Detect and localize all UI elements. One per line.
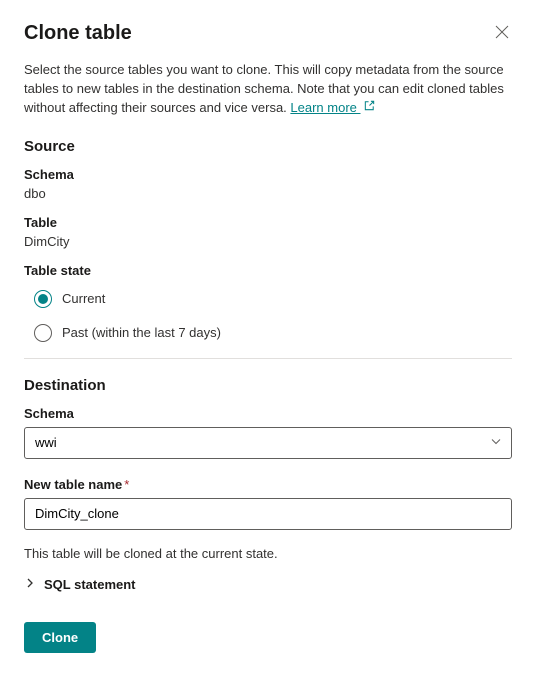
source-table-label: Table <box>24 215 512 230</box>
radio-past-label: Past (within the last 7 days) <box>62 325 221 340</box>
radio-icon <box>34 290 52 308</box>
dest-schema-label: Schema <box>24 406 512 421</box>
table-state-label: Table state <box>24 263 512 278</box>
source-schema-value: dbo <box>24 186 512 201</box>
dialog-title: Clone table <box>24 22 132 45</box>
close-icon[interactable] <box>492 22 512 42</box>
required-indicator: * <box>124 477 129 492</box>
divider <box>24 358 512 359</box>
external-link-icon <box>363 99 376 118</box>
new-table-name-input[interactable] <box>24 498 512 530</box>
dest-schema-select[interactable] <box>24 427 512 459</box>
clone-state-note: This table will be cloned at the current… <box>24 546 512 561</box>
dialog-description: Select the source tables you want to clo… <box>24 61 512 118</box>
learn-more-link[interactable]: Learn more <box>290 100 360 115</box>
source-schema-label: Schema <box>24 167 512 182</box>
source-table-value: DimCity <box>24 234 512 249</box>
radio-current[interactable]: Current <box>24 290 512 308</box>
radio-current-label: Current <box>62 291 105 306</box>
source-heading: Source <box>24 138 512 155</box>
destination-heading: Destination <box>24 377 512 394</box>
clone-button[interactable]: Clone <box>24 622 96 653</box>
new-table-name-label: New table name <box>24 477 122 492</box>
sql-statement-label: SQL statement <box>44 577 136 592</box>
radio-icon <box>34 324 52 342</box>
sql-statement-expander[interactable]: SQL statement <box>24 577 512 592</box>
radio-past[interactable]: Past (within the last 7 days) <box>24 324 512 342</box>
chevron-right-icon <box>24 577 36 592</box>
